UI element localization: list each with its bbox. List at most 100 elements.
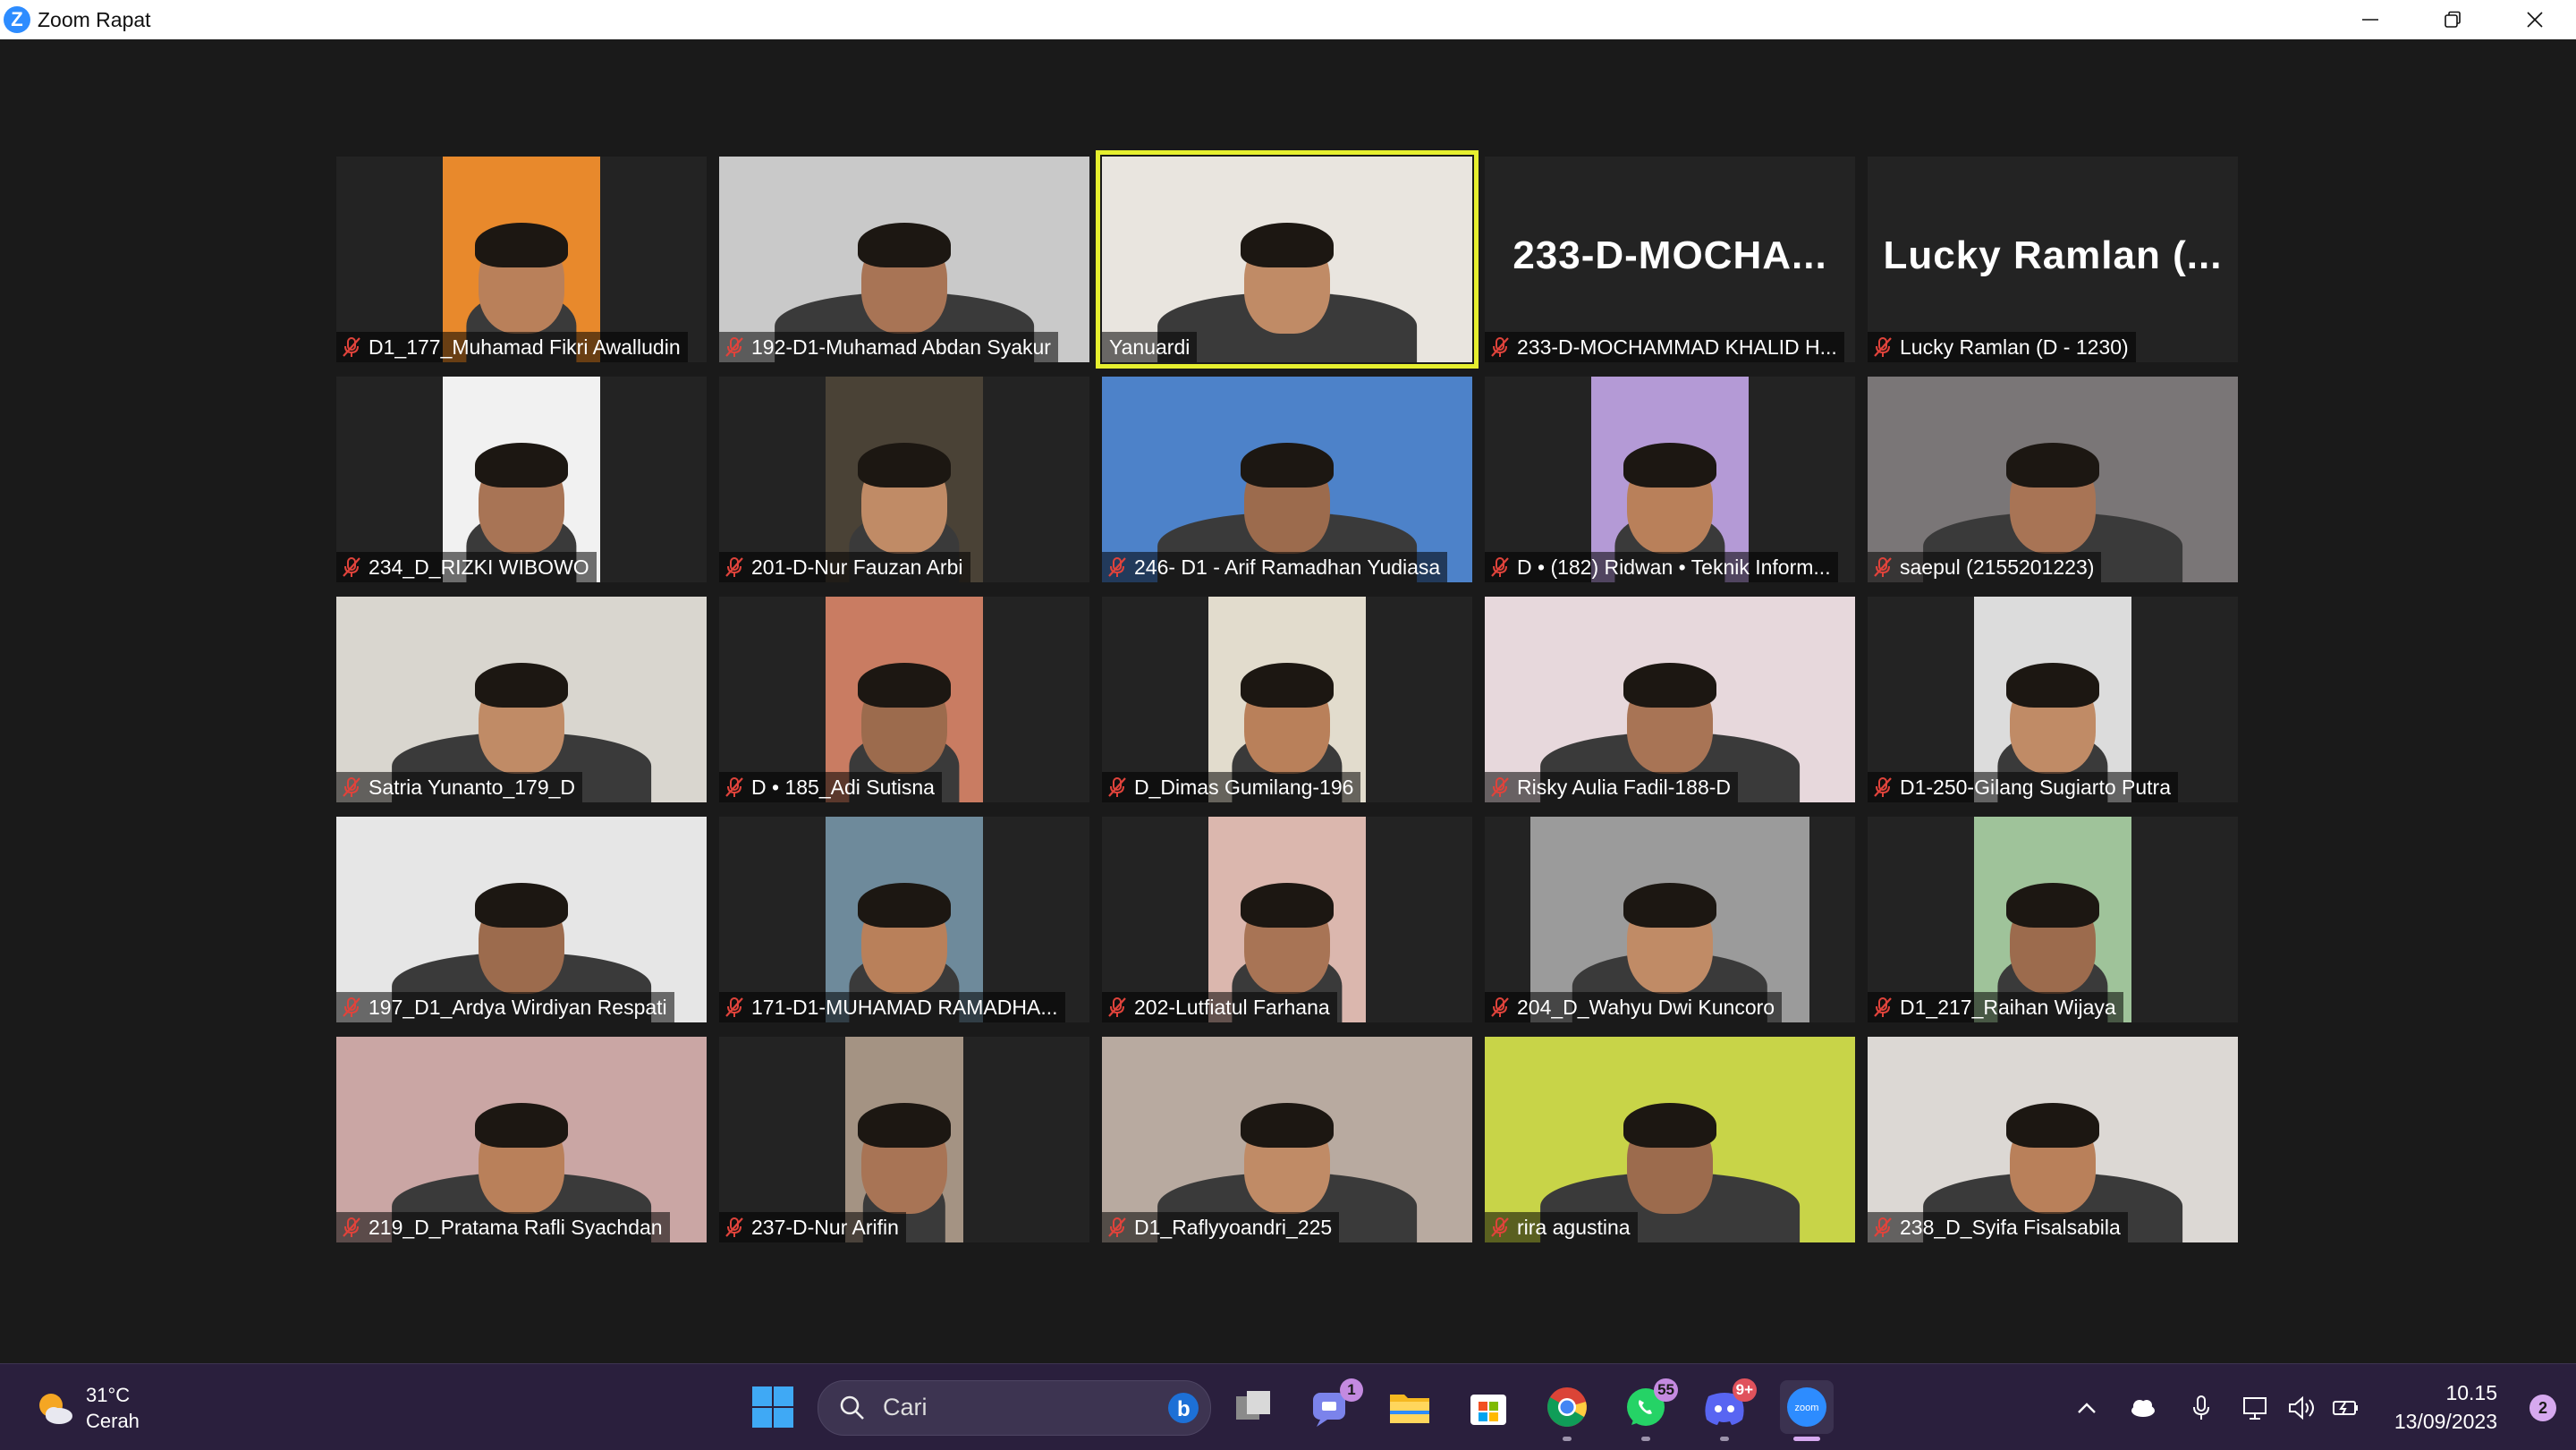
participant-tile[interactable]: 192-D1-Muhamad Abdan Syakur bbox=[719, 157, 1089, 362]
participant-tile[interactable]: 197_D1_Ardya Wirdiyan Respati bbox=[336, 817, 707, 1022]
participant-name: 233-D-MOCHAMMAD KHALID H... bbox=[1517, 335, 1837, 359]
microphone-muted-icon bbox=[1871, 776, 1894, 799]
whatsapp-button[interactable]: 55 bbox=[1623, 1378, 1678, 1441]
participant-display-name: Lucky Ramlan (... bbox=[1883, 233, 2223, 277]
file-explorer-button[interactable] bbox=[1386, 1384, 1433, 1430]
microphone-muted-icon bbox=[340, 555, 363, 579]
participant-tile[interactable]: D_Dimas Gumilang-196 bbox=[1102, 597, 1472, 802]
participant-name-label: D • (182) Ridwan • Teknik Inform... bbox=[1485, 552, 1838, 582]
minimize-button[interactable] bbox=[2329, 0, 2411, 39]
participant-tile[interactable]: saepul (2155201223) bbox=[1868, 377, 2238, 582]
search-placeholder: Cari bbox=[883, 1394, 928, 1420]
participant-tile[interactable]: rira agustina bbox=[1485, 1037, 1855, 1242]
windows-taskbar: 31°C Cerah Cari b 1 55 9+ zoom 10.15 13/… bbox=[0, 1363, 2576, 1450]
partly-sunny-icon bbox=[34, 1387, 75, 1429]
participant-name: 192-D1-Muhamad Abdan Syakur bbox=[751, 335, 1051, 359]
participant-tile[interactable]: 201-D-Nur Fauzan Arbi bbox=[719, 377, 1089, 582]
zoom-logo-icon: Z bbox=[4, 6, 30, 33]
discord-running-indicator bbox=[1720, 1437, 1729, 1441]
participant-tile[interactable]: 202-Lutfiatul Farhana bbox=[1102, 817, 1472, 1022]
participant-tile[interactable]: 233-D-MOCHA... 233-D-MOCHAMMAD KHALID H..… bbox=[1485, 157, 1855, 362]
participant-grid: D1_177_Muhamad Fikri Awalludin 192-D1-Muh… bbox=[336, 150, 2238, 1242]
participant-name-label: D1_217_Raihan Wijaya bbox=[1868, 992, 2123, 1022]
notification-count-badge[interactable]: 2 bbox=[2529, 1395, 2556, 1421]
participant-tile[interactable]: 171-D1-MUHAMAD RAMADHA... bbox=[719, 817, 1089, 1022]
participant-tile[interactable]: 204_D_Wahyu Dwi Kuncoro bbox=[1485, 817, 1855, 1022]
zoom-taskbar-button[interactable]: zoom bbox=[1780, 1380, 1834, 1441]
participant-name-label: 234_D_RIZKI WIBOWO bbox=[336, 552, 597, 582]
participant-name-label: Lucky Ramlan (D - 1230) bbox=[1868, 332, 2136, 362]
restore-button[interactable] bbox=[2411, 0, 2494, 39]
participant-name: 238_D_Syifa Fisalsabila bbox=[1900, 1215, 2121, 1239]
participant-name-label: D • 185_Adi Sutisna bbox=[719, 772, 942, 802]
microphone-muted-icon bbox=[723, 1216, 746, 1239]
meeting-gallery-view: D1_177_Muhamad Fikri Awalludin 192-D1-Muh… bbox=[0, 39, 2576, 1363]
participant-tile[interactable]: D1_Raflyyoandri_225 bbox=[1102, 1037, 1472, 1242]
participant-name-label: 233-D-MOCHAMMAD KHALID H... bbox=[1485, 332, 1844, 362]
start-button[interactable] bbox=[750, 1384, 796, 1430]
participant-tile[interactable]: Satria Yunanto_179_D bbox=[336, 597, 707, 802]
participant-name-label: 204_D_Wahyu Dwi Kuncoro bbox=[1485, 992, 1783, 1022]
onedrive-cloud-icon[interactable] bbox=[2127, 1393, 2157, 1423]
participant-name-label: 237-D-Nur Arifin bbox=[719, 1212, 906, 1242]
clock-time: 10.15 bbox=[2445, 1381, 2497, 1404]
microphone-muted-icon bbox=[1106, 996, 1129, 1019]
participant-tile[interactable]: Yanuardi bbox=[1096, 150, 1479, 369]
participant-tile[interactable]: 237-D-Nur Arifin bbox=[719, 1037, 1089, 1242]
participant-name-label: D_Dimas Gumilang-196 bbox=[1102, 772, 1361, 802]
microphone-muted-icon bbox=[340, 335, 363, 359]
teams-notification-badge: 1 bbox=[1340, 1378, 1363, 1402]
participant-tile[interactable]: Risky Aulia Fadil-188-D bbox=[1485, 597, 1855, 802]
participant-tile[interactable]: 246- D1 - Arif Ramadhan Yudiasa bbox=[1102, 377, 1472, 582]
participant-name: 201-D-Nur Fauzan Arbi bbox=[751, 555, 963, 579]
system-clock[interactable]: 10.15 13/09/2023 bbox=[2394, 1378, 2497, 1436]
discord-notification-badge: 9+ bbox=[1732, 1378, 1757, 1402]
microphone-muted-icon bbox=[1871, 1216, 1894, 1239]
participant-name: 197_D1_Ardya Wirdiyan Respati bbox=[369, 995, 667, 1019]
volume-icon[interactable] bbox=[2286, 1393, 2317, 1423]
participant-tile[interactable]: D • 185_Adi Sutisna bbox=[719, 597, 1089, 802]
microphone-muted-icon bbox=[723, 335, 746, 359]
chrome-button[interactable] bbox=[1544, 1384, 1590, 1441]
participant-name-label: 197_D1_Ardya Wirdiyan Respati bbox=[336, 992, 674, 1022]
chrome-icon bbox=[1547, 1387, 1587, 1427]
participant-tile[interactable]: 219_D_Pratama Rafli Syachdan bbox=[336, 1037, 707, 1242]
zoom-active-indicator bbox=[1793, 1437, 1820, 1441]
microsoft-store-button[interactable] bbox=[1465, 1384, 1512, 1430]
participant-tile[interactable]: D1-250-Gilang Sugiarto Putra bbox=[1868, 597, 2238, 802]
participant-name-label: 238_D_Syifa Fisalsabila bbox=[1868, 1212, 2128, 1242]
participant-tile[interactable]: 238_D_Syifa Fisalsabila bbox=[1868, 1037, 2238, 1242]
weather-widget[interactable]: 31°C Cerah bbox=[34, 1382, 140, 1434]
title-bar: Z Zoom Rapat bbox=[0, 0, 2576, 39]
file-explorer-icon bbox=[1390, 1395, 1429, 1423]
close-button[interactable] bbox=[2494, 0, 2576, 39]
battery-charging-icon[interactable] bbox=[2331, 1393, 2361, 1423]
participant-name-label: D1_Raflyyoandri_225 bbox=[1102, 1212, 1340, 1242]
chevron-up-icon[interactable] bbox=[2072, 1393, 2102, 1423]
participant-name-label: Risky Aulia Fadil-188-D bbox=[1485, 772, 1739, 802]
participant-name: D1_217_Raihan Wijaya bbox=[1900, 995, 2116, 1019]
participant-tile[interactable]: Lucky Ramlan (... Lucky Ramlan (D - 1230) bbox=[1868, 157, 2238, 362]
microphone-muted-icon bbox=[1871, 555, 1894, 579]
taskbar-search-box[interactable]: Cari b bbox=[818, 1380, 1211, 1436]
network-icon[interactable] bbox=[2241, 1393, 2272, 1423]
participant-name-label: Yanuardi bbox=[1102, 332, 1198, 362]
participant-tile[interactable]: D1_177_Muhamad Fikri Awalludin bbox=[336, 157, 707, 362]
participant-name: D1_Raflyyoandri_225 bbox=[1134, 1215, 1333, 1239]
search-icon bbox=[840, 1395, 864, 1420]
teams-chat-button[interactable]: 1 bbox=[1308, 1378, 1363, 1430]
microphone-icon[interactable] bbox=[2186, 1393, 2216, 1423]
participant-name: 246- D1 - Arif Ramadhan Yudiasa bbox=[1134, 555, 1441, 579]
participant-display-name: 233-D-MOCHA... bbox=[1513, 233, 1827, 277]
participant-tile[interactable]: D • (182) Ridwan • Teknik Inform... bbox=[1485, 377, 1855, 582]
participant-tile[interactable]: 234_D_RIZKI WIBOWO bbox=[336, 377, 707, 582]
participant-name: 237-D-Nur Arifin bbox=[751, 1215, 899, 1239]
discord-button[interactable]: 9+ bbox=[1701, 1378, 1757, 1441]
participant-tile[interactable]: D1_217_Raihan Wijaya bbox=[1868, 817, 2238, 1022]
microsoft-store-icon bbox=[1470, 1395, 1506, 1425]
task-view-button[interactable] bbox=[1231, 1384, 1277, 1430]
bing-icon[interactable]: b bbox=[1167, 1392, 1199, 1424]
participant-name: D1_177_Muhamad Fikri Awalludin bbox=[369, 335, 681, 359]
participant-name: Risky Aulia Fadil-188-D bbox=[1517, 775, 1732, 799]
whatsapp-notification-badge: 55 bbox=[1654, 1378, 1678, 1402]
